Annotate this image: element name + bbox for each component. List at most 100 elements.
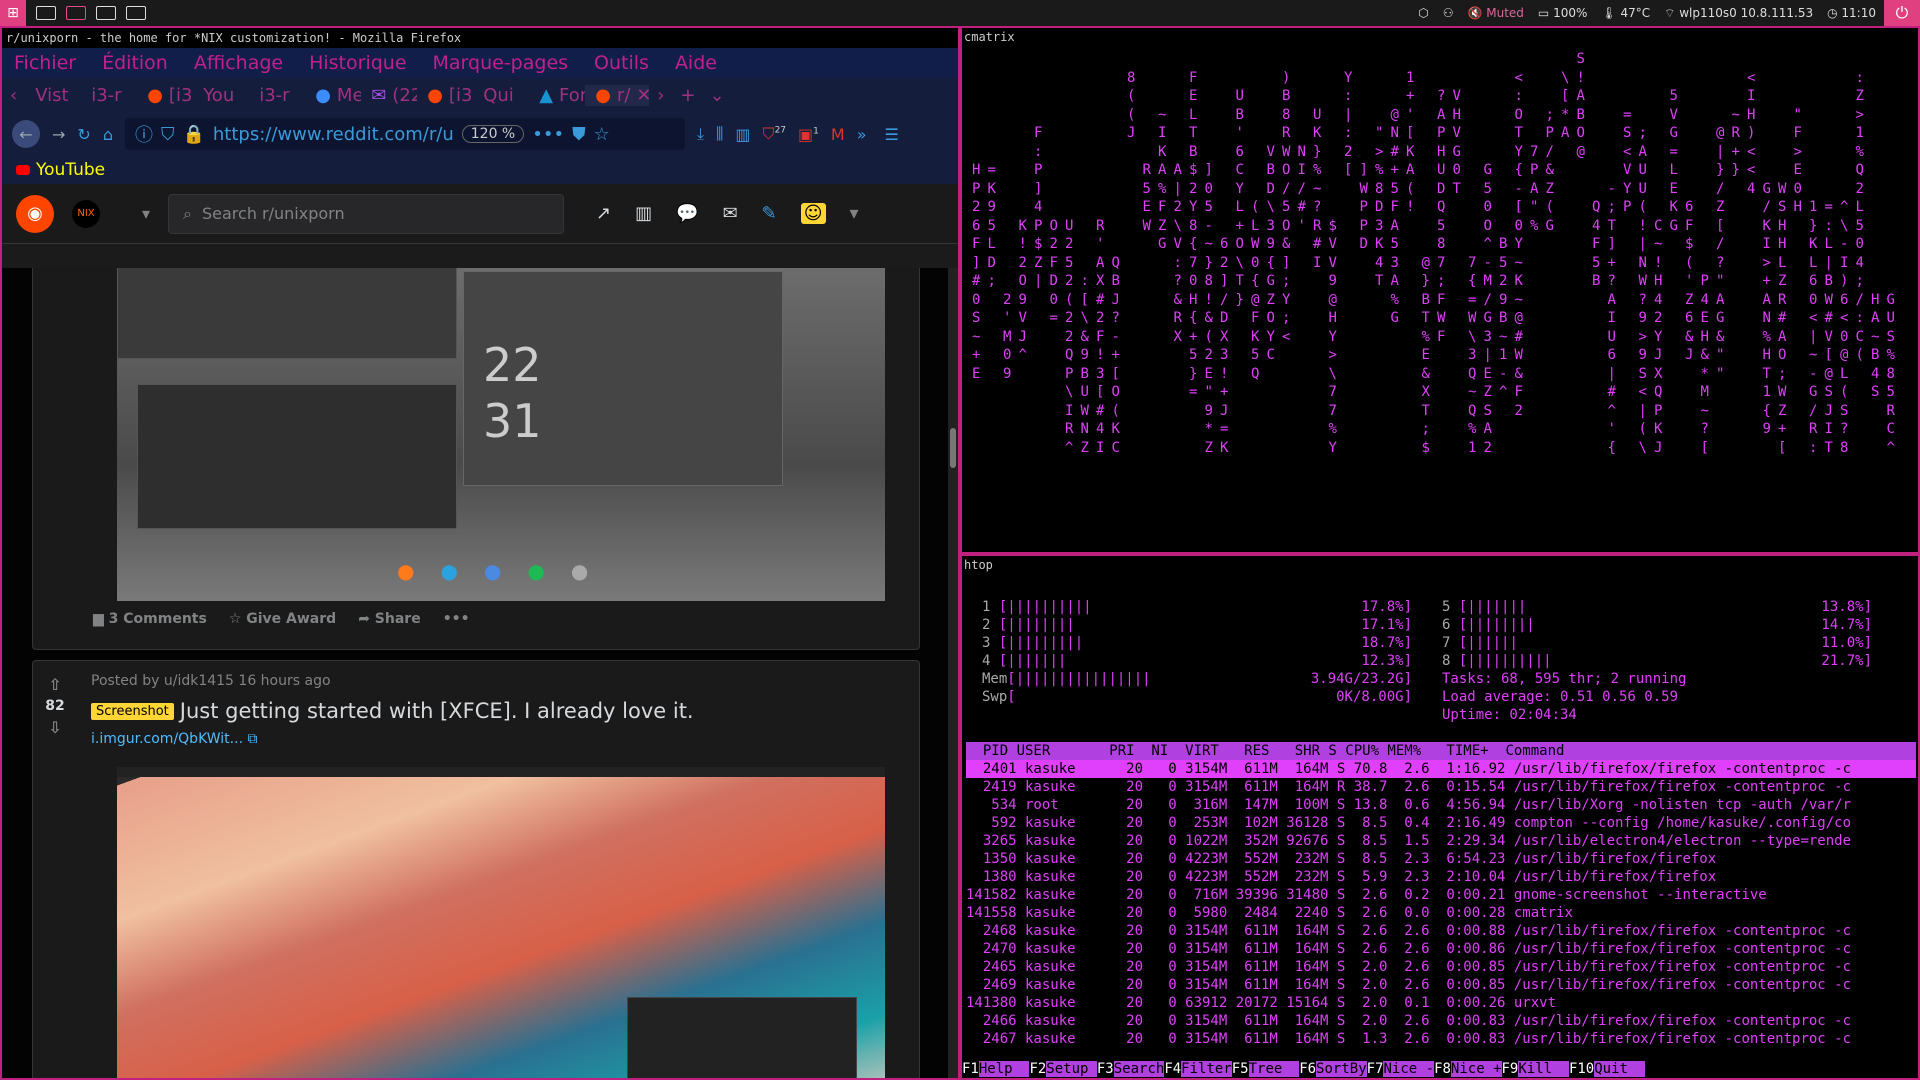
- tab[interactable]: ▲ For: [529, 85, 585, 106]
- overflow-icon[interactable]: »: [857, 125, 867, 144]
- function-key-label[interactable]: Search: [1113, 1061, 1165, 1077]
- gmail-icon[interactable]: M: [831, 125, 845, 144]
- function-key-label[interactable]: Filter: [1181, 1061, 1232, 1077]
- process-row[interactable]: 3265 kasuke 20 0 1022M 352M 92676 S 8.5 …: [966, 832, 1916, 850]
- function-key-label[interactable]: Nice -: [1383, 1061, 1435, 1077]
- info-icon[interactable]: ⓘ: [135, 121, 153, 147]
- trending-icon[interactable]: ↗: [596, 203, 611, 224]
- process-row[interactable]: 2466 kasuke 20 0 3154M 611M 164M S 2.0 2…: [966, 1012, 1916, 1030]
- process-row[interactable]: 2469 kasuke 20 0 3154M 611M 164M S 2.0 2…: [966, 976, 1916, 994]
- scrollbar-thumb[interactable]: [950, 428, 956, 468]
- post-image[interactable]: 22 31 ● ● ● ● ●: [117, 268, 885, 601]
- process-row[interactable]: 141558 kasuke 20 0 5980 2484 2240 S 2.6 …: [966, 904, 1916, 922]
- process-row[interactable]: 1380 kasuke 20 0 4223M 552M 232M S 5.9 2…: [966, 868, 1916, 886]
- function-key-label[interactable]: Tree: [1248, 1061, 1300, 1077]
- search-input[interactable]: ⌕ Search r/unixporn: [168, 193, 565, 234]
- upvote-icon[interactable]: ⇧: [41, 675, 69, 694]
- process-row[interactable]: 141582 kasuke 20 0 716M 39396 31480 S 2.…: [966, 886, 1916, 904]
- menu-historique[interactable]: Historique: [309, 52, 406, 74]
- volume-status[interactable]: 🔇 Muted: [1467, 6, 1523, 20]
- tab[interactable]: i3-r: [81, 85, 137, 106]
- downvote-icon[interactable]: ⇩: [41, 718, 69, 737]
- tab[interactable]: ●[i3-c: [417, 85, 473, 106]
- bookmark-star-icon[interactable]: ☆: [594, 124, 610, 145]
- post-meta[interactable]: Posted by u/idk1415 16 hours ago: [91, 673, 331, 689]
- tab[interactable]: ●[i3-c: [137, 85, 193, 106]
- process-row[interactable]: 141380 kasuke 20 0 63912 20172 15164 S 2…: [966, 994, 1916, 1012]
- tab-active[interactable]: ●r/✕: [585, 84, 650, 106]
- extension-icon[interactable]: ▣1: [798, 125, 819, 144]
- tab[interactable]: You: [193, 85, 249, 106]
- tab[interactable]: ● Me: [305, 85, 361, 106]
- download-icon[interactable]: ⤓: [697, 124, 704, 144]
- tabs-scroll-left-icon[interactable]: ‹: [2, 85, 25, 106]
- give-award-button[interactable]: ☆ Give Award: [229, 611, 336, 627]
- tab[interactable]: ✉(22: [361, 85, 417, 106]
- forward-icon[interactable]: →: [52, 125, 65, 144]
- menu-aide[interactable]: Aide: [675, 52, 717, 74]
- menu-edition[interactable]: Édition: [102, 52, 168, 74]
- process-row[interactable]: 2468 kasuke 20 0 3154M 611M 164M S 2.6 2…: [966, 922, 1916, 940]
- process-row[interactable]: 2401 kasuke 20 0 3154M 611M 164M S 70.8 …: [966, 760, 1916, 778]
- process-row[interactable]: 2467 kasuke 20 0 3154M 611M 164M S 1.3 2…: [966, 1030, 1916, 1048]
- community-dropdown-icon[interactable]: ▾: [142, 204, 150, 223]
- process-row[interactable]: 2470 kasuke 20 0 3154M 611M 164M S 2.6 2…: [966, 940, 1916, 958]
- cmatrix-terminal[interactable]: cmatrix H P 2 6 F ] # 0 S ~ + E = K 9 5 …: [960, 26, 1920, 554]
- process-table-header[interactable]: PID USER PRI NI VIRT RES SHR S CPU% MEM%…: [966, 742, 1916, 760]
- menu-marque-pages[interactable]: Marque-pages: [433, 52, 569, 74]
- function-key-label[interactable]: Kill: [1518, 1061, 1569, 1077]
- apps-grid-icon[interactable]: ⊞: [0, 0, 26, 26]
- tab[interactable]: Vist: [25, 85, 81, 106]
- function-key-label[interactable]: Setup: [1046, 1061, 1097, 1077]
- power-icon[interactable]: ⏻: [1884, 0, 1920, 26]
- avatar[interactable]: ☺: [800, 203, 826, 224]
- page-scrollbar[interactable]: [948, 268, 958, 1078]
- process-row[interactable]: 534 root 20 0 316M 147M 100M S 13.8 0.6 …: [966, 796, 1916, 814]
- process-row[interactable]: 592 kasuke 20 0 253M 102M 36128 S 8.5 0.…: [966, 814, 1916, 832]
- process-row[interactable]: 2419 kasuke 20 0 3154M 611M 164M R 38.7 …: [966, 778, 1916, 796]
- new-tab-icon[interactable]: +: [672, 85, 703, 106]
- user-dropdown-icon[interactable]: ▾: [850, 203, 859, 224]
- messages-icon[interactable]: ✉: [723, 203, 738, 224]
- menu-outils[interactable]: Outils: [594, 52, 649, 74]
- subreddit-icon[interactable]: NIX: [72, 199, 100, 228]
- more-options-icon[interactable]: •••: [443, 611, 470, 627]
- share-button[interactable]: ➦ Share: [358, 611, 421, 627]
- post-title[interactable]: Screenshot Just getting started with [XF…: [91, 699, 694, 723]
- back-icon[interactable]: ←: [12, 120, 40, 148]
- pocket-icon[interactable]: ⛊: [572, 124, 586, 145]
- workspace-2-icon[interactable]: [66, 6, 86, 20]
- chat-icon[interactable]: 💬: [676, 203, 698, 224]
- lock-icon[interactable]: 🔒: [182, 124, 204, 145]
- reload-icon[interactable]: ↻: [77, 125, 90, 144]
- leaderboard-icon[interactable]: ▥: [635, 203, 652, 224]
- menu-affichage[interactable]: Affichage: [194, 52, 283, 74]
- workspace-1-icon[interactable]: [36, 6, 56, 20]
- hamburger-menu-icon[interactable]: ☰: [884, 125, 898, 144]
- workspace-3-icon[interactable]: [96, 6, 116, 20]
- post-image[interactable]: [117, 767, 885, 1078]
- menu-fichier[interactable]: Fichier: [14, 52, 76, 74]
- shield-icon[interactable]: ⛉: [161, 124, 175, 145]
- tab-list-icon[interactable]: ⌄: [704, 85, 731, 106]
- close-tab-icon[interactable]: ✕: [636, 85, 649, 106]
- function-key-label[interactable]: SortBy: [1316, 1061, 1367, 1077]
- page-actions-icon[interactable]: •••: [532, 124, 564, 145]
- comments-button[interactable]: ▆ 3 Comments: [93, 611, 207, 627]
- wifi-status[interactable]: ⌔ wlp110s0 10.8.111.53: [1664, 6, 1813, 21]
- process-row[interactable]: 2465 kasuke 20 0 3154M 611M 164M S 2.0 2…: [966, 958, 1916, 976]
- tab[interactable]: Qui: [473, 85, 529, 106]
- sidebar-icon[interactable]: ▥: [735, 125, 750, 144]
- reddit-logo-icon[interactable]: ◉: [16, 194, 54, 233]
- post-link[interactable]: i.imgur.com/QbKWit... ⧉: [91, 731, 257, 747]
- ublock-icon[interactable]: ⛉27: [763, 124, 786, 144]
- url-bar[interactable]: ⓘ ⛉ 🔒 https://www.reddit.com/r/u 120 % •…: [124, 118, 685, 150]
- function-key-label[interactable]: Quit: [1594, 1061, 1645, 1077]
- tabs-scroll-right-icon[interactable]: ›: [649, 85, 672, 106]
- network-icon[interactable]: ⚇: [1443, 6, 1454, 20]
- bookmark-youtube[interactable]: YouTube: [36, 160, 105, 180]
- zoom-level[interactable]: 120 %: [461, 125, 525, 143]
- tab[interactable]: i3-r: [249, 85, 305, 106]
- workspace-4-icon[interactable]: [126, 6, 146, 20]
- package-icon[interactable]: ⬡: [1418, 6, 1428, 20]
